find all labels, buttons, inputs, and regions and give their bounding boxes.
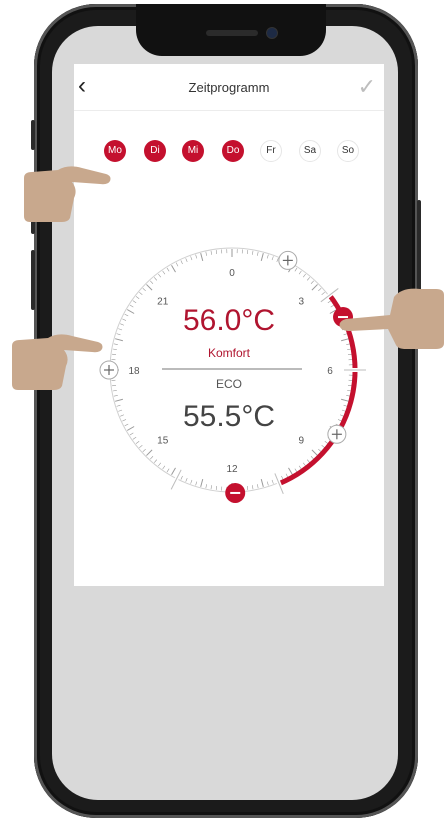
dial-tick <box>185 258 188 263</box>
dial-tick <box>135 440 140 444</box>
dial-tick <box>246 485 249 491</box>
speaker-grille <box>206 30 258 36</box>
dial-tick <box>210 485 212 490</box>
dial-tick <box>310 280 314 284</box>
dial-tick <box>271 256 274 261</box>
dial-hour-label: 18 <box>128 366 140 377</box>
dial-tick <box>166 267 170 272</box>
front-camera <box>266 27 278 39</box>
dial-tick <box>113 395 118 397</box>
dial-tick <box>195 481 198 486</box>
dial-tick <box>158 462 162 467</box>
dial-tick <box>281 475 284 480</box>
dial-tick <box>294 468 298 473</box>
dial-tick <box>215 485 218 491</box>
dial-hour-label: 9 <box>299 435 305 446</box>
dial-tick <box>142 288 146 292</box>
dial-hour-label: 0 <box>229 268 235 279</box>
dial-tick <box>346 395 351 397</box>
dial-tick <box>139 291 143 296</box>
dial-tick <box>190 256 193 261</box>
dial-tick <box>321 291 325 296</box>
dial-tick <box>302 273 306 278</box>
pointing-hand-icon <box>24 166 111 222</box>
dial-tick <box>252 485 254 490</box>
dial-tick <box>171 467 176 476</box>
dial-tick <box>271 479 274 484</box>
dial-tick <box>205 251 207 256</box>
dial-tick <box>180 260 183 265</box>
dial-tick <box>288 467 293 476</box>
dial-tick <box>318 448 322 452</box>
dial-tick <box>162 465 166 470</box>
dial-tick <box>150 280 154 284</box>
dial-tick <box>327 300 332 304</box>
dial-tick <box>171 264 176 273</box>
dial-hour-label: 12 <box>226 464 238 475</box>
phone-notch <box>136 4 326 56</box>
dial-tick <box>132 436 137 440</box>
dial-tick <box>321 444 325 449</box>
dial-tick <box>311 284 318 291</box>
dial-tick <box>153 277 158 281</box>
dial-tick <box>190 479 193 484</box>
dial-tick <box>257 484 259 489</box>
dial-tick <box>153 459 158 463</box>
pointing-hand-icon <box>12 334 103 390</box>
dial-tick <box>257 251 259 256</box>
power-button <box>417 200 421 292</box>
dial-tick <box>180 475 183 480</box>
dial-tick <box>139 444 143 449</box>
dial-tick <box>311 449 318 456</box>
volume-down-button <box>31 250 35 310</box>
dial-tick <box>302 462 306 467</box>
dial-tick <box>195 254 198 259</box>
dial-tick <box>324 440 329 444</box>
dial-tick <box>294 267 298 272</box>
dial-tick <box>298 465 302 470</box>
dial-tick <box>166 468 170 473</box>
eco-temperature[interactable]: 55.5°C <box>74 400 384 434</box>
dial-tick <box>175 262 179 267</box>
pointing-hand-icon <box>339 288 444 349</box>
dial-tick <box>285 473 289 478</box>
dial-tick <box>185 477 188 482</box>
dial-hour-labels: 036912151821 <box>128 268 333 475</box>
dial-tick <box>298 270 302 275</box>
dial-tick <box>114 338 123 342</box>
dial-hour-label: 6 <box>327 366 333 377</box>
dial-tick <box>252 250 254 255</box>
dial-tick <box>200 252 204 261</box>
dial-tick <box>210 250 212 255</box>
dial-tick <box>132 300 137 304</box>
dial-tick <box>113 343 118 345</box>
dial-hour-label: 15 <box>157 435 169 446</box>
dial-tick <box>246 249 249 255</box>
dial-tick <box>266 481 269 486</box>
dial-tick <box>318 288 322 292</box>
dial-tick <box>162 270 166 275</box>
eco-label: ECO <box>215 377 242 391</box>
dial-tick <box>306 459 311 463</box>
dial-tick <box>310 456 314 460</box>
dial-tick <box>150 456 154 460</box>
dial-tick <box>146 284 153 291</box>
dial-tick <box>276 258 279 263</box>
dial-tick <box>200 479 204 488</box>
dial-tick <box>306 277 311 281</box>
dial-tick <box>135 296 140 300</box>
silent-switch <box>31 120 35 150</box>
dial-tick <box>215 249 218 255</box>
dial-tick <box>266 254 269 259</box>
dial-tick <box>260 252 264 261</box>
dial-tick <box>260 479 264 488</box>
dial-tick <box>205 484 207 489</box>
dial-tick <box>142 448 146 452</box>
dial-tick <box>146 449 153 456</box>
dial-tick <box>158 273 162 278</box>
